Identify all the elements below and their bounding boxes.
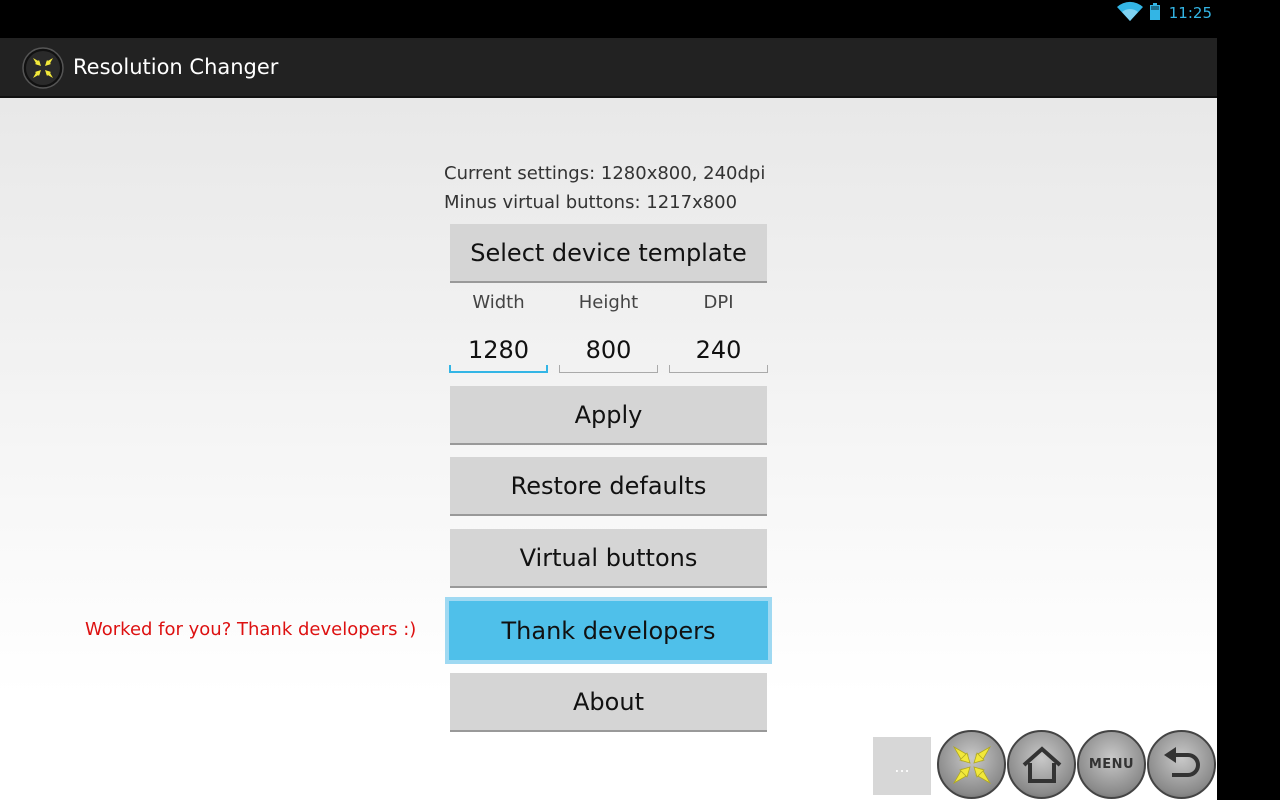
apply-button[interactable]: Apply [450,386,767,445]
app-icon[interactable] [22,47,64,89]
select-device-template-button[interactable]: Select device template [450,224,767,283]
status-icons: 11:25 [1116,0,1212,26]
system-strip [1217,38,1280,800]
compress-arrows-icon [950,743,994,787]
action-bar: Resolution Changer [0,38,1217,98]
height-field-underline [559,365,658,373]
width-field[interactable]: 1280 [449,330,548,373]
dpi-value: 240 [695,336,742,364]
dpi-field-underline [669,365,768,373]
dpi-field[interactable]: 240 [669,330,768,373]
status-clock: 11:25 [1168,4,1212,22]
home-button[interactable] [1007,730,1076,799]
width-value: 1280 [467,336,530,364]
battery-icon [1149,2,1160,24]
dpi-label: DPI [703,292,734,313]
virtual-buttons-button[interactable]: Virtual buttons [450,529,767,588]
minus-virtual-text: Minus virtual buttons: 1217x800 [444,192,738,213]
app-shortcut-button[interactable] [937,730,1006,799]
back-icon [1160,745,1204,785]
wifi-icon [1116,0,1144,26]
thank-developers-button[interactable]: Thank developers [445,597,772,664]
current-settings-text: Current settings: 1280x800, 240dpi [444,163,766,184]
width-label: Width [472,292,525,313]
menu-button[interactable]: MENU [1077,730,1146,799]
height-label: Height [578,292,639,313]
width-field-underline [449,365,548,373]
more-button[interactable]: ... [873,737,931,795]
home-icon [1020,745,1064,785]
thanks-note: Worked for you? Thank developers :) [85,619,417,640]
menu-icon: MENU [1088,757,1135,772]
restore-defaults-button[interactable]: Restore defaults [450,457,767,516]
height-value: 800 [585,336,632,364]
status-bar: 11:25 [0,0,1280,38]
height-field[interactable]: 800 [559,330,658,373]
app-title: Resolution Changer [73,55,279,79]
back-button[interactable] [1147,730,1216,799]
about-button[interactable]: About [450,673,767,732]
